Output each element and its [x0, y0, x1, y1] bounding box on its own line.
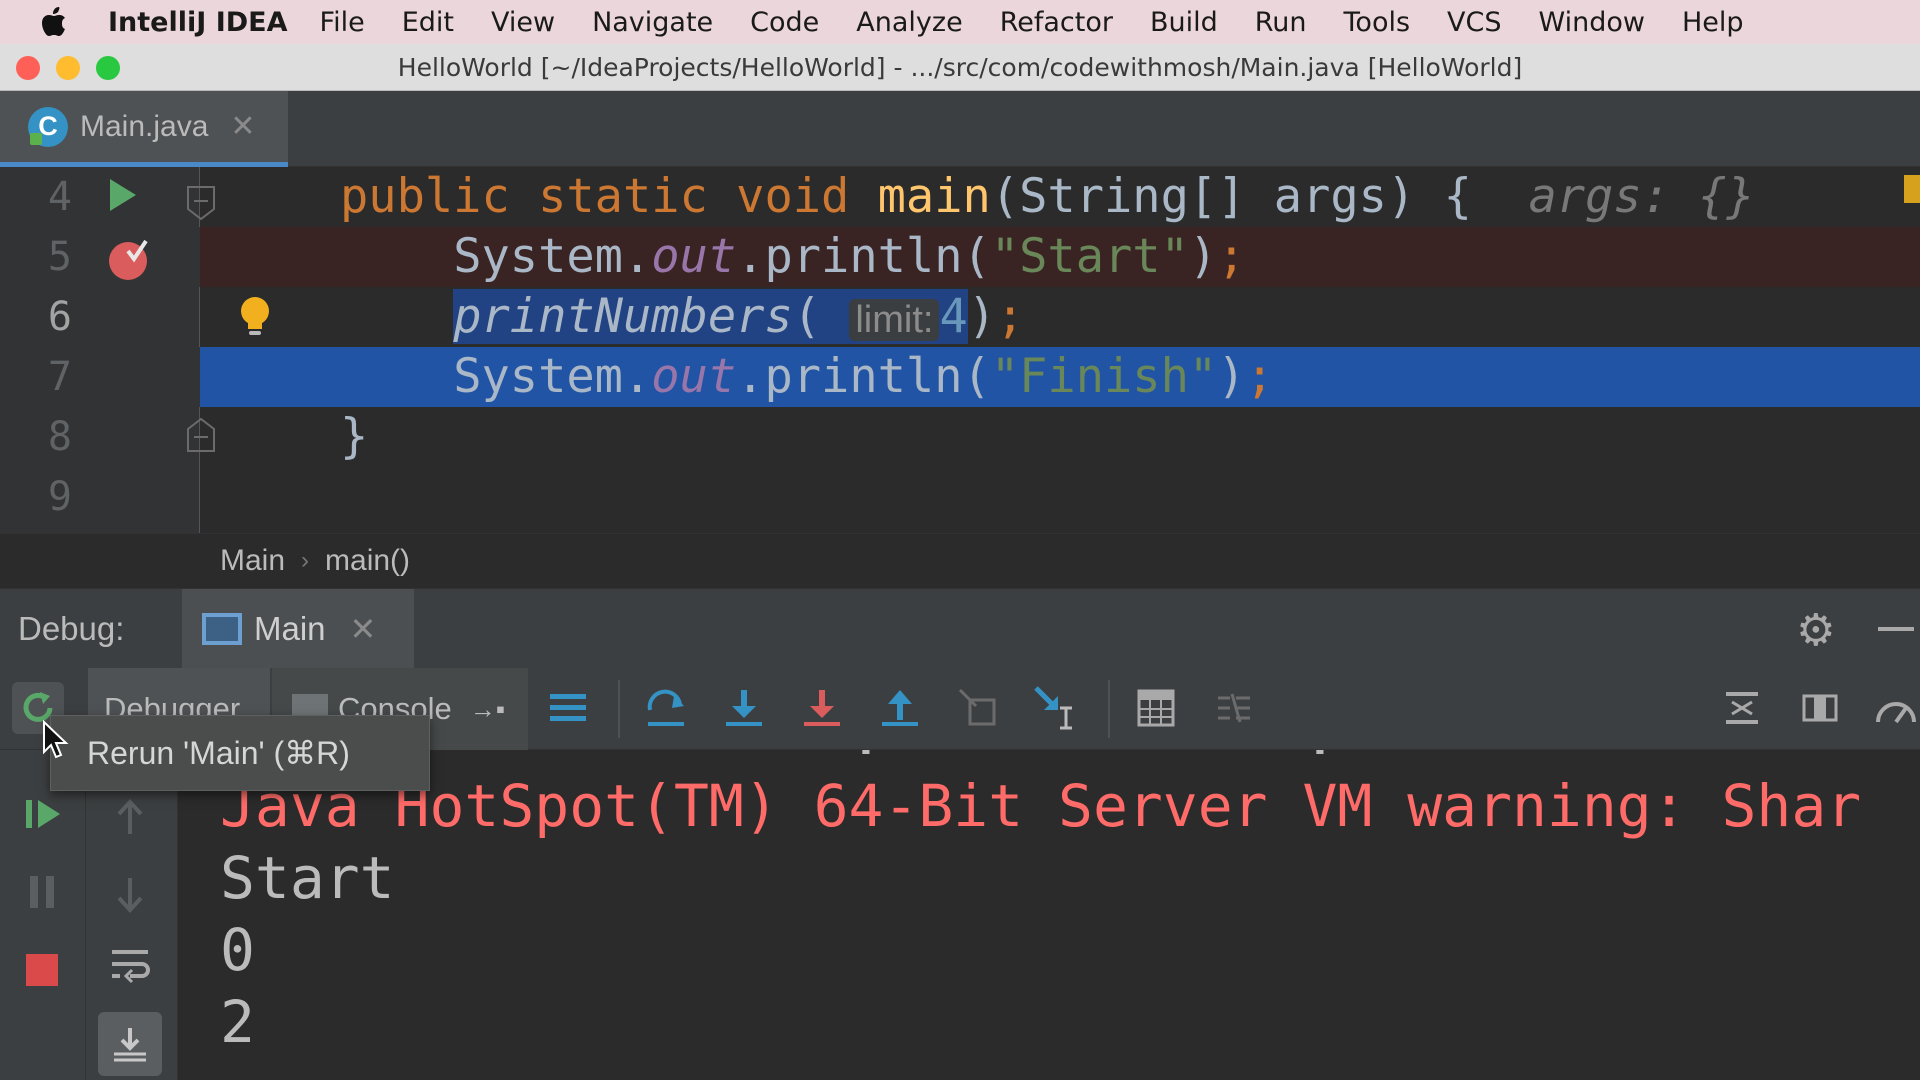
console-actions-strip: [86, 750, 178, 1080]
stop-icon[interactable]: [14, 942, 70, 998]
breadcrumb-class[interactable]: Main: [220, 544, 285, 578]
code-text: printNumbers( limit: 4);: [453, 289, 1025, 344]
window-title: HelloWorld [~/IdeaProjects/HelloWorld] -…: [397, 52, 1523, 82]
menu-build[interactable]: Build: [1150, 7, 1218, 38]
evaluate-expression-icon[interactable]: [1130, 682, 1182, 734]
inline-debug-value: args: {}: [1528, 169, 1755, 224]
menu-file[interactable]: File: [320, 7, 365, 38]
show-execution-point-icon[interactable]: [542, 682, 594, 734]
console-line: 2: [220, 988, 255, 1056]
line-number: 5: [0, 227, 72, 287]
zoom-window-button[interactable]: [96, 56, 120, 80]
debug-actions-strip: [0, 750, 86, 1080]
code-line-6[interactable]: 6 printNumbers( limit: 4);: [0, 287, 1920, 347]
code-editor[interactable]: 4 public static void main(String[] args)…: [0, 167, 1920, 533]
menu-vcs[interactable]: VCS: [1447, 7, 1501, 38]
debug-tool-window-header: Debug: Main ✕ ⚙: [0, 588, 1920, 669]
chevron-right-icon: ›: [301, 547, 310, 574]
menu-edit[interactable]: Edit: [402, 7, 454, 38]
code-text: public static void main(String[] args) {…: [340, 169, 1755, 224]
pause-program-icon[interactable]: [14, 864, 70, 920]
line-number: 8: [47, 414, 72, 460]
debug-title: Debug:: [18, 610, 125, 647]
mouse-cursor-icon: [42, 719, 70, 765]
menu-refactor[interactable]: Refactor: [1000, 7, 1113, 38]
code-text: System.out.println("Finish");: [453, 349, 1274, 404]
close-session-icon[interactable]: ✕: [350, 610, 377, 648]
code-line-7-execution-point[interactable]: 7 System.out.println("Finish");: [0, 347, 1920, 407]
drop-frame-icon[interactable]: [952, 682, 1004, 734]
run-to-cursor-icon[interactable]: [1030, 682, 1082, 734]
gear-icon[interactable]: ⚙: [1796, 605, 1835, 656]
restore-layout-icon[interactable]: [1716, 682, 1768, 734]
window-title-bar: HelloWorld [~/IdeaProjects/HelloWorld] -…: [0, 44, 1920, 91]
code-line-5[interactable]: 5 System.out.println("Start");: [0, 227, 1920, 287]
minimize-icon[interactable]: [1878, 627, 1914, 631]
breakpoint-icon[interactable]: [106, 235, 152, 286]
console-line-error: Java HotSpot(TM) 64-Bit Server VM warnin…: [220, 772, 1862, 840]
parameter-hint: limit:: [849, 299, 940, 341]
fold-method-icon[interactable]: [186, 185, 216, 226]
soft-wrap-icon[interactable]: [102, 938, 158, 994]
editor-tab-label: Main.java: [80, 109, 209, 143]
line-number: 9: [47, 474, 72, 520]
console-line: 0: [220, 916, 255, 984]
menu-analyze[interactable]: Analyze: [856, 7, 962, 38]
editor-tab-main-java[interactable]: C Main.java ✕: [0, 91, 288, 167]
resume-program-icon[interactable]: [16, 786, 72, 842]
scroll-to-end-icon[interactable]: [98, 1012, 162, 1076]
line-number: 6: [47, 294, 72, 340]
menu-window[interactable]: Window: [1539, 7, 1645, 38]
window-controls: [16, 56, 120, 80]
apple-menu-icon[interactable]: [0, 7, 108, 37]
java-class-icon: C: [28, 106, 68, 147]
menu-help[interactable]: Help: [1682, 7, 1744, 38]
app-menu[interactable]: IntelliJ IDEA: [108, 7, 288, 38]
menu-view[interactable]: View: [491, 7, 555, 38]
close-tab-icon[interactable]: ✕: [230, 109, 255, 144]
performance-gauge-icon[interactable]: [1870, 682, 1920, 734]
step-into-icon[interactable]: [718, 682, 770, 734]
step-over-icon[interactable]: [640, 682, 692, 734]
force-step-into-icon[interactable]: [796, 682, 848, 734]
down-arrow-icon[interactable]: [102, 866, 158, 922]
up-arrow-icon[interactable]: [102, 790, 158, 846]
menu-navigate[interactable]: Navigate: [592, 7, 713, 38]
breadcrumb-method[interactable]: main(): [325, 544, 410, 578]
code-text: }: [340, 409, 369, 464]
macos-menu-bar: IntelliJ IDEA File Edit View Navigate Co…: [0, 0, 1920, 44]
rerun-tooltip: Rerun 'Main' (⌘R): [50, 715, 430, 791]
breadcrumb: Main › main(): [0, 533, 1920, 588]
step-out-icon[interactable]: [874, 682, 926, 734]
fold-end-icon[interactable]: [186, 417, 216, 458]
line-number: 7: [47, 354, 72, 400]
code-line-4[interactable]: 4 public static void main(String[] args)…: [0, 167, 1920, 227]
layout-settings-icon[interactable]: [1794, 682, 1846, 734]
close-window-button[interactable]: [16, 56, 40, 80]
debug-session-label: Main: [254, 610, 326, 647]
code-text: System.out.println("Start");: [453, 229, 1246, 284]
code-line-8[interactable]: 8 }: [0, 407, 1920, 467]
pin-arrow-icon: →▪: [469, 693, 505, 724]
line-number: 4: [47, 174, 72, 220]
editor-tab-bar: C Main.java ✕: [0, 91, 1920, 167]
application-icon: [202, 613, 242, 645]
console-output[interactable]: . . Java HotSpot(TM) 64-Bit Server VM wa…: [178, 750, 1920, 1080]
code-line-9[interactable]: 9: [0, 467, 1920, 527]
minimize-window-button[interactable]: [56, 56, 80, 80]
debug-session-tab[interactable]: Main ✕: [182, 589, 414, 669]
lightbulb-intention-icon[interactable]: [238, 295, 272, 344]
menu-run[interactable]: Run: [1255, 7, 1307, 38]
error-stripe-marker[interactable]: [1904, 175, 1920, 203]
run-gutter-icon[interactable]: [108, 177, 138, 218]
tooltip-text: Rerun 'Main' (⌘R): [87, 735, 350, 771]
trace-current-stream-icon[interactable]: [1208, 682, 1260, 734]
menu-tools[interactable]: Tools: [1344, 7, 1411, 38]
console-line: Start: [220, 844, 395, 912]
menu-code[interactable]: Code: [750, 7, 819, 38]
